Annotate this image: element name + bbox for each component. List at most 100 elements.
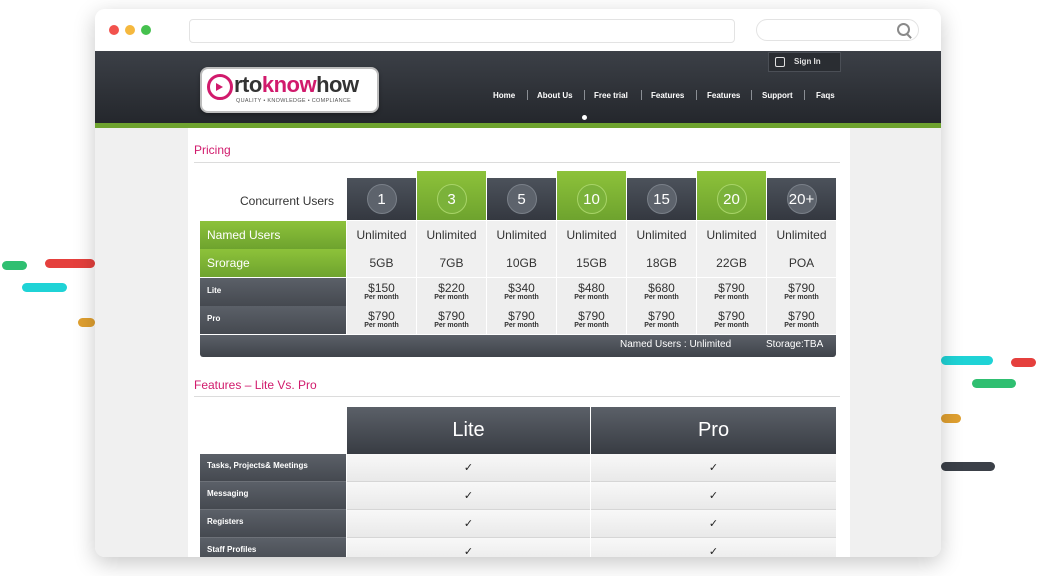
footer-storage: Storage:TBA [766, 339, 824, 350]
lite-label: Lite [200, 278, 346, 306]
lite-price-row: Lite $150 Per month $220 Per month $340 Per m… [200, 278, 837, 306]
price-value: $790 [788, 309, 815, 323]
nav-separator [527, 90, 528, 100]
feature-row: Messaging ✓ ✓ [200, 482, 836, 510]
nav-free-trial[interactable]: Free trial [594, 91, 628, 103]
section-divider [194, 162, 840, 163]
lite-check-icon: ✓ [347, 510, 590, 538]
sign-in-label: Sign In [794, 57, 821, 66]
per-month-label: Per month [504, 294, 539, 301]
named-users-cell: Unlimited [417, 221, 487, 249]
storage-cell: 7GB [417, 249, 487, 277]
feature-label: Tasks, Projects& Meetings [200, 454, 346, 482]
footer-named-users: Named Users : Unlimited [620, 339, 732, 350]
minimize-window-dot[interactable] [125, 25, 135, 35]
per-month-label: Per month [364, 322, 399, 329]
price-value: $790 [788, 281, 815, 295]
price-value: $790 [438, 309, 465, 323]
logo-arrow-icon [207, 74, 233, 100]
logo-text: rtoknowhow [234, 72, 359, 98]
feature-row: Registers ✓ ✓ [200, 510, 836, 538]
pro-price-cell: $790 Per month [697, 306, 767, 334]
pro-check-icon: ✓ [591, 538, 836, 557]
storage-cell: 18GB [627, 249, 697, 277]
per-month-label: Per month [784, 294, 819, 301]
pro-price-cell: $790 Per month [557, 306, 627, 334]
browser-search-field[interactable] [756, 19, 919, 41]
search-icon[interactable] [897, 23, 910, 36]
slider-indicator-dot[interactable] [582, 115, 587, 120]
nav-home[interactable]: Home [493, 91, 515, 103]
per-month-label: Per month [784, 322, 819, 329]
price-value: $340 [508, 281, 535, 295]
concurrent-users-count: 1 [366, 184, 397, 214]
pro-check-icon: ✓ [591, 510, 836, 538]
features-col-pro: Pro [591, 407, 836, 454]
per-month-label: Per month [364, 294, 399, 301]
nav-separator [696, 90, 697, 100]
nav-about-us[interactable]: About Us [537, 91, 573, 103]
nav-support[interactable]: Support [762, 91, 793, 103]
pricing-column-header: 10 [557, 171, 626, 220]
decorative-dash [45, 259, 95, 268]
lite-price-cell: $150 Per month [347, 278, 417, 306]
storage-row: Srorage 5GB 7GB 10GB 15GB 18GB 22GB POA [200, 249, 837, 277]
nav-features[interactable]: Features [651, 91, 684, 103]
price-value: $790 [368, 309, 395, 323]
named-users-cell: Unlimited [347, 221, 417, 249]
site-logo[interactable]: rtoknowhow QUALITY • KNOWLEDGE • COMPLIA… [200, 67, 379, 113]
storage-cell: POA [767, 249, 837, 277]
decorative-dash [2, 261, 27, 270]
price-value: $680 [648, 281, 675, 295]
storage-cell: 22GB [697, 249, 767, 277]
per-month-label: Per month [714, 322, 749, 329]
pricing-column-header: 20 [697, 171, 766, 220]
pricing-column-header: 5 [487, 178, 556, 220]
pro-price-cell: $790 Per month [487, 306, 557, 334]
pro-price-cell: $790 Per month [767, 306, 837, 334]
sign-in-button[interactable]: Sign In [768, 52, 841, 72]
lite-price-cell: $790 Per month [697, 278, 767, 306]
named-users-cell: Unlimited [487, 221, 557, 249]
storage-cell: 5GB [347, 249, 417, 277]
feature-row: Tasks, Projects& Meetings ✓ ✓ [200, 454, 836, 482]
pricing-column-header: 1 [347, 178, 416, 220]
features-col-lite: Lite [347, 407, 590, 454]
section-divider [194, 396, 840, 397]
nav-separator [641, 90, 642, 100]
features-title: Features – Lite Vs. Pro [194, 378, 317, 392]
pricing-column-header: 20+ [767, 178, 836, 220]
decorative-dash [941, 462, 995, 471]
nav-features-2[interactable]: Features [707, 91, 740, 103]
price-value: $480 [578, 281, 605, 295]
decorative-dash [941, 356, 993, 365]
per-month-label: Per month [434, 294, 469, 301]
per-month-label: Per month [714, 294, 749, 301]
decorative-dash [78, 318, 95, 327]
concurrent-users-label: Concurrent Users [240, 194, 335, 208]
price-value: $220 [438, 281, 465, 295]
feature-label: Registers [200, 510, 346, 538]
price-value: $150 [368, 281, 395, 295]
named-users-row: Named Users Unlimited Unlimited Unlimited U… [200, 221, 837, 249]
named-users-cell: Unlimited [557, 221, 627, 249]
named-users-cell: Unlimited [697, 221, 767, 249]
close-window-dot[interactable] [109, 25, 119, 35]
logo-text-rto: rto [234, 72, 262, 97]
address-bar[interactable] [189, 19, 735, 43]
pricing-table-footer: Named Users : Unlimited Storage:TBA [200, 335, 836, 357]
per-month-label: Per month [504, 322, 539, 329]
maximize-window-dot[interactable] [141, 25, 151, 35]
feature-label: Messaging [200, 482, 346, 510]
pricing-column-header: 15 [627, 178, 696, 220]
lite-check-icon: ✓ [347, 538, 590, 557]
logo-text-how: how [316, 72, 359, 97]
pro-price-cell: $790 Per month [347, 306, 417, 334]
lite-check-icon: ✓ [347, 482, 590, 510]
nav-faqs[interactable]: Faqs [816, 91, 835, 103]
concurrent-users-count: 20 [716, 183, 747, 214]
browser-toolbar [95, 9, 941, 51]
nav-separator [584, 90, 585, 100]
per-month-label: Per month [644, 294, 679, 301]
sign-in-icon [775, 57, 785, 67]
